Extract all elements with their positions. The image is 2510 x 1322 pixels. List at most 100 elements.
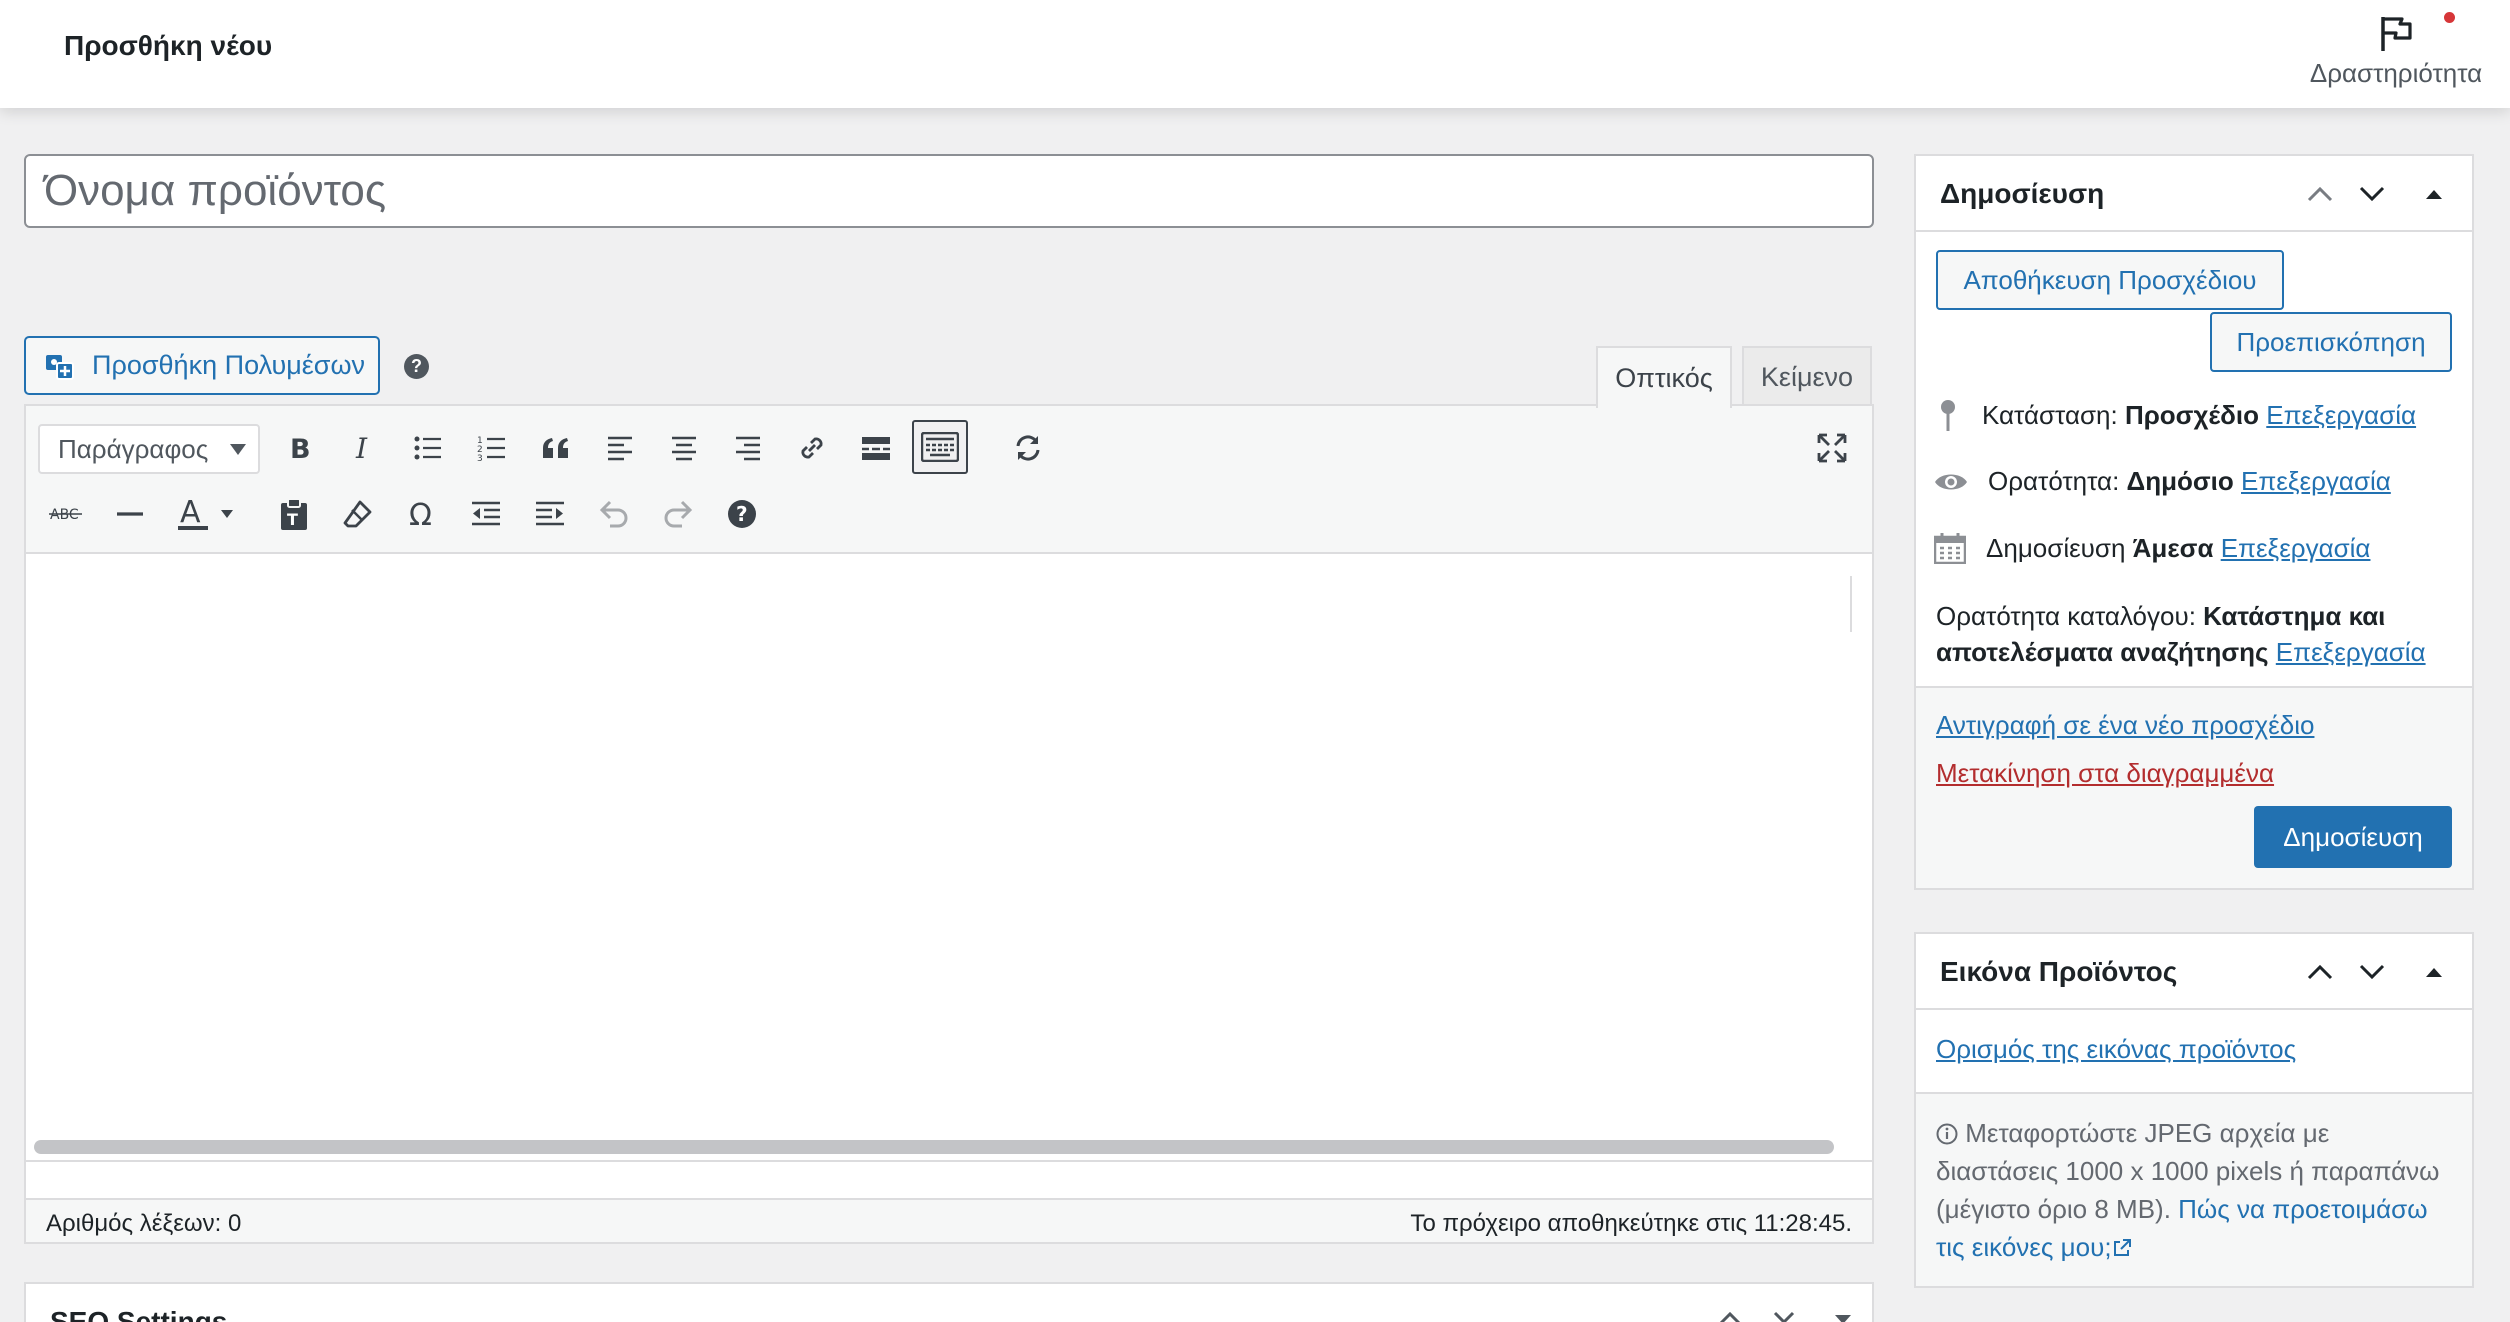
svg-text:B: B [290, 434, 311, 462]
clear-formatting-icon[interactable] [332, 488, 384, 540]
add-media-label: Προσθήκη Πολυμέσων [92, 350, 366, 380]
status-value: Προσχέδιο [2124, 399, 2260, 430]
refresh-icon[interactable] [1002, 422, 1054, 474]
autosave-status: Το πρόχειρο αποθηκεύτηκε στις 11:28:45. [1410, 1210, 1852, 1237]
horizontal-scrollbar[interactable] [30, 1134, 1868, 1158]
product-image-header: Εικόνα Προϊόντος [1916, 934, 2472, 1010]
activity-button[interactable]: Δραστηριότητα [2298, 8, 2494, 98]
publish-date-row: Δημοσίευση Άμεσα Επεξεργασία [1934, 532, 2370, 564]
chevron-up-icon[interactable] [1718, 1310, 1742, 1322]
move-up-button[interactable] [2304, 956, 2336, 988]
eye-icon [1935, 474, 1967, 489]
paste-text-icon[interactable]: T [268, 488, 320, 540]
chevron-down-icon [2359, 964, 2385, 980]
publish-box-header: Δημοσίευση [1916, 156, 2472, 232]
top-bar: Προσθήκη νέου Δραστηριότητα [0, 0, 2510, 108]
seo-settings-title: SEO Settings [50, 1306, 228, 1322]
add-media-button[interactable]: Προσθήκη Πολυμέσων [24, 336, 380, 395]
scrollbar-thumb[interactable] [34, 1140, 1834, 1154]
visibility-label: Ορατότητα: [1988, 466, 2120, 496]
move-to-trash-link[interactable]: Μετακίνηση στα διαγραμμένα [1936, 758, 2274, 789]
edit-status-link[interactable]: Επεξεργασία [2266, 400, 2416, 430]
horizontal-line-icon[interactable] [104, 488, 156, 540]
edit-catalog-link[interactable]: Επεξεργασία [2276, 637, 2426, 667]
strikethrough-icon[interactable]: ABC [40, 488, 92, 540]
svg-text:3: 3 [477, 454, 483, 462]
help-icon[interactable]: ? [404, 354, 429, 379]
bullet-list-icon[interactable] [402, 422, 454, 474]
tab-visual[interactable]: Οπτικός [1596, 346, 1732, 408]
numbered-list-icon[interactable]: 123 [466, 422, 518, 474]
move-up-button[interactable] [2304, 178, 2336, 210]
publish-date-value: Άμεσα [2132, 532, 2214, 563]
svg-text:T: T [287, 510, 298, 529]
tab-text[interactable]: Κείμενο [1742, 346, 1872, 406]
move-down-button[interactable] [2356, 178, 2388, 210]
duplicate-draft-link[interactable]: Αντιγραφή σε ένα νέο προσχέδιο [1936, 710, 2314, 741]
catalog-visibility: Ορατότητα καταλόγου: Κατάστημα και αποτε… [1936, 598, 2456, 670]
page-title: Προσθήκη νέου [64, 30, 273, 61]
move-down-button[interactable] [2356, 956, 2388, 988]
svg-text:ABC: ABC [50, 507, 79, 523]
align-center-icon[interactable] [658, 422, 710, 474]
product-name-input[interactable]: Όνομα προϊόντος [24, 154, 1874, 228]
save-draft-button[interactable]: Αποθήκευση Προσχέδιου [1936, 250, 2284, 310]
major-publishing-actions: Αντιγραφή σε ένα νέο προσχέδιο Μετακίνησ… [1916, 686, 2472, 888]
edit-date-link[interactable]: Επεξεργασία [2221, 533, 2371, 563]
undo-icon[interactable] [588, 488, 640, 540]
text-color-dropdown-icon[interactable] [212, 488, 242, 540]
format-select[interactable]: Παράγραφος [38, 424, 260, 474]
content-cursor [1850, 576, 1852, 632]
publish-box-title: Δημοσίευση [1940, 178, 2105, 209]
add-media-icon [46, 354, 74, 380]
set-product-image-link[interactable]: Ορισμός της εικόνας προϊόντος [1936, 1034, 2296, 1065]
special-character-icon[interactable]: Ω [396, 488, 448, 540]
italic-icon[interactable]: I [338, 422, 390, 474]
visibility-value: Δημόσιο [2126, 466, 2234, 496]
editor-statusbar: Αριθμός λέξεων: 0 Το πρόχειρο αποθηκεύτη… [26, 1198, 1872, 1242]
indent-icon[interactable] [524, 488, 576, 540]
redo-icon[interactable] [652, 488, 704, 540]
align-right-icon[interactable] [722, 422, 774, 474]
publish-button[interactable]: Δημοσίευση [2254, 806, 2452, 868]
product-image-box: Εικόνα Προϊόντος Ορισμός της εικόνας προ… [1914, 932, 2474, 1288]
seo-settings-box: SEO Settings [24, 1282, 1874, 1322]
preview-button[interactable]: Προεπισκόπηση [2210, 312, 2452, 372]
toolbar-toggle-icon[interactable] [912, 420, 968, 474]
svg-text:A: A [180, 496, 201, 530]
toggle-panel-button[interactable] [2418, 956, 2450, 988]
link-icon[interactable] [786, 422, 838, 474]
edit-visibility-link[interactable]: Επεξεργασία [2241, 466, 2391, 496]
flag-icon [2381, 17, 2412, 51]
toggle-panel-button[interactable] [2418, 178, 2450, 210]
chevron-down-icon[interactable] [1772, 1310, 1796, 1322]
caret-down-icon [230, 444, 246, 455]
bold-icon[interactable]: B [274, 422, 326, 474]
toolbar-help-icon[interactable]: ? [716, 488, 768, 540]
fullscreen-icon[interactable] [1806, 422, 1858, 474]
external-link-icon [2113, 1239, 2131, 1256]
read-more-icon[interactable] [850, 422, 902, 474]
status-row: Κατάσταση: Προσχέδιο Επεξεργασία [1934, 398, 2416, 432]
chevron-up-icon [2307, 964, 2333, 980]
catalog-visibility-label: Ορατότητα καταλόγου: [1936, 601, 2196, 631]
content-textarea[interactable] [26, 556, 1872, 1130]
align-left-icon[interactable] [594, 422, 646, 474]
collapse-triangle-icon [2426, 190, 2442, 199]
svg-text:I: I [355, 434, 368, 462]
publish-date-label: Δημοσίευση [1986, 532, 2126, 563]
content-editor: Παράγραφος B I 123 ABC A T Ω ? Αριθμός λ… [24, 404, 1874, 1244]
publish-box: Δημοσίευση Αποθήκευση Προσχέδιου Προεπισ… [1914, 154, 2474, 890]
chevron-down-icon [2359, 186, 2385, 202]
info-icon [1936, 1123, 1958, 1145]
word-count: Αριθμός λέξεων: 0 [46, 1210, 242, 1237]
outdent-icon[interactable] [460, 488, 512, 540]
collapse-triangle-icon [2426, 968, 2442, 977]
format-select-value: Παράγραφος [58, 433, 209, 464]
status-label: Κατάσταση: [1982, 399, 2118, 430]
collapse-toggle-icon[interactable] [1834, 1314, 1852, 1322]
activity-label: Δραστηριότητα [2309, 58, 2483, 88]
editor-toolbar: Παράγραφος B I 123 ABC A T Ω ? [26, 406, 1872, 554]
blockquote-icon[interactable] [530, 422, 582, 474]
svg-text:Ω: Ω [409, 499, 432, 529]
